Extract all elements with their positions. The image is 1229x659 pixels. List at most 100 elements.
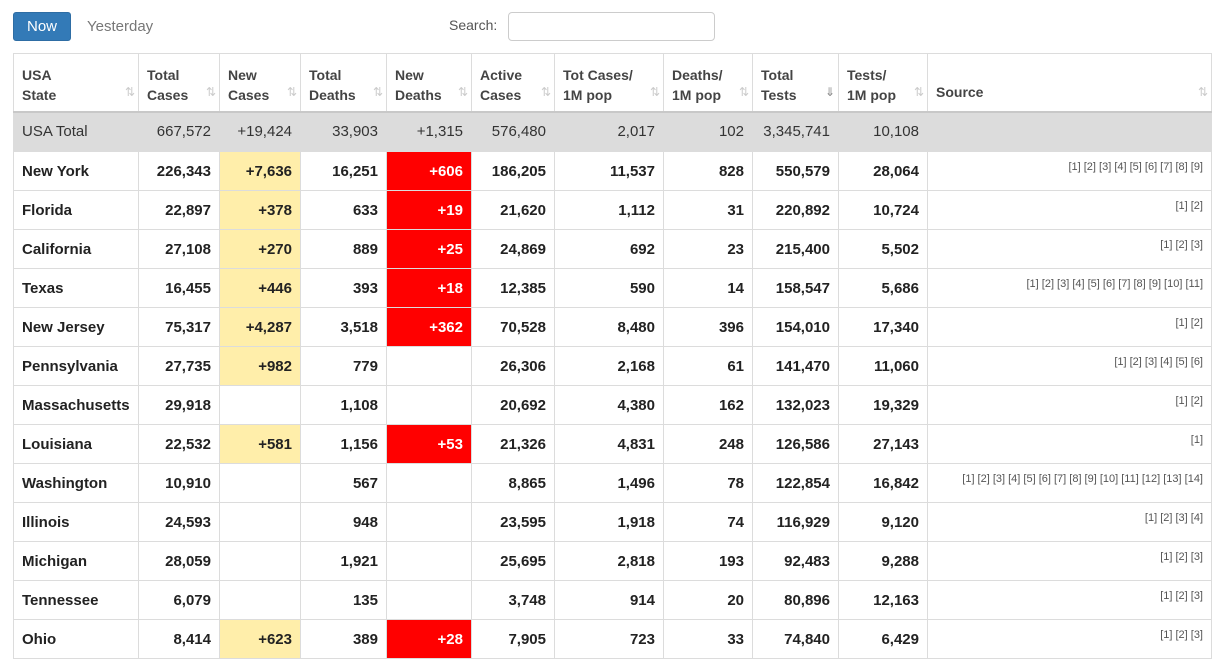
sort-icon[interactable]: ⇅: [914, 82, 924, 102]
sort-icon[interactable]: ⇅: [125, 82, 135, 102]
cell-source[interactable]: [1] [2] [3] [4] [5] [6] [7] [8] [9] [10]…: [927, 268, 1212, 308]
header-label-line1: Source: [936, 83, 984, 100]
cell-new-cases: [219, 502, 301, 542]
yesterday-button[interactable]: Yesterday: [79, 12, 161, 41]
cell-source[interactable]: [1] [2] [3]: [927, 580, 1212, 620]
cell-cases-per-m: 2,017: [554, 111, 664, 152]
sort-icon[interactable]: ⇅: [206, 82, 216, 102]
column-header-state[interactable]: USA State ⇅: [13, 53, 139, 113]
cell-source[interactable]: [1]: [927, 424, 1212, 464]
cell-active-cases: 8,865: [471, 463, 555, 503]
table-row: Texas 16,455 +446 393 +18 12,385 590 14 158,547 5…: [13, 268, 1212, 308]
cell-total-cases: 24,593: [138, 502, 220, 542]
sort-icon[interactable]: ⇅: [541, 82, 551, 102]
source-links[interactable]: [1]: [1191, 434, 1203, 446]
source-links[interactable]: [1] [2] [3] [4] [5] [6] [7] [8] [9] [10]…: [962, 473, 1203, 485]
sort-descending-icon[interactable]: ⇓: [825, 82, 835, 102]
top-controls: Now Yesterday Search:: [0, 0, 1229, 48]
header-label-line2: 1M pop: [563, 87, 612, 103]
cell-cases-per-m: 590: [554, 268, 664, 308]
cell-tests-per-m: 28,064: [838, 151, 928, 191]
cell-tests-per-m: 5,502: [838, 229, 928, 269]
header-label-line2: Deaths: [309, 87, 356, 103]
cell-total-cases: 16,455: [138, 268, 220, 308]
cell-source[interactable]: [1] [2]: [927, 307, 1212, 347]
column-header-source[interactable]: Source ⇅: [927, 53, 1212, 113]
cell-new-cases: +270: [219, 229, 301, 269]
header-label-line2: Cases: [480, 87, 522, 103]
cell-tests-per-m: 5,686: [838, 268, 928, 308]
cell-total-tests: 116,929: [752, 502, 839, 542]
cell-total-tests: 92,483: [752, 541, 839, 581]
cell-deaths-per-m: 396: [663, 307, 753, 347]
column-header-total-tests[interactable]: Total Tests ⇓: [752, 53, 839, 113]
cell-state: Pennsylvania: [13, 346, 139, 386]
cell-cases-per-m: 1,496: [554, 463, 664, 503]
source-links[interactable]: [1] [2]: [1175, 200, 1203, 212]
column-header-total-cases[interactable]: Total Cases ⇅: [138, 53, 220, 113]
cell-source[interactable]: [1] [2] [3] [4] [5] [6] [7] [8] [9] [10]…: [927, 463, 1212, 503]
usa-total-row: USA Total 667,572 +19,424 33,903 +1,315 576,4…: [13, 111, 1212, 152]
sort-icon[interactable]: ⇅: [1198, 82, 1208, 102]
sort-icon[interactable]: ⇅: [287, 82, 297, 102]
sort-icon[interactable]: ⇅: [739, 82, 749, 102]
source-links[interactable]: [1] [2]: [1175, 395, 1203, 407]
source-links[interactable]: [1] [2] [3]: [1160, 239, 1203, 251]
cell-new-cases: +446: [219, 268, 301, 308]
column-header-active-cases[interactable]: Active Cases ⇅: [471, 53, 555, 113]
cell-active-cases: 186,205: [471, 151, 555, 191]
source-links[interactable]: [1] [2] [3] [4] [5] [6] [7] [8] [9]: [1068, 161, 1203, 173]
column-header-cases-per-million[interactable]: Tot Cases/1M pop ⇅: [554, 53, 664, 113]
cell-source[interactable]: [1] [2] [3] [4] [5] [6]: [927, 346, 1212, 386]
column-header-tests-per-million[interactable]: Tests/1M pop ⇅: [838, 53, 928, 113]
cell-total-cases: 27,735: [138, 346, 220, 386]
column-header-new-cases[interactable]: New Cases ⇅: [219, 53, 301, 113]
sort-icon[interactable]: ⇅: [373, 82, 383, 102]
header-label-line1: New: [228, 67, 257, 83]
cell-total-tests: 3,345,741: [752, 111, 839, 152]
table-header-row: USA State ⇅ Total Cases ⇅ New Cases ⇅ Total Deaths…: [13, 53, 1212, 113]
cell-new-deaths: [386, 502, 472, 542]
cell-tests-per-m: 19,329: [838, 385, 928, 425]
column-header-new-deaths[interactable]: New Deaths ⇅: [386, 53, 472, 113]
cell-source[interactable]: [1] [2] [3] [4] [5] [6] [7] [8] [9]: [927, 151, 1212, 191]
source-links[interactable]: [1] [2] [3]: [1160, 590, 1203, 602]
cell-total-tests: 154,010: [752, 307, 839, 347]
source-links[interactable]: [1] [2]: [1175, 317, 1203, 329]
cell-state: New Jersey: [13, 307, 139, 347]
source-links[interactable]: [1] [2] [3] [4] [5] [6]: [1114, 356, 1203, 368]
cell-source[interactable]: [1] [2]: [927, 190, 1212, 230]
cell-new-cases: +623: [219, 619, 301, 659]
cell-source[interactable]: [1] [2] [3]: [927, 541, 1212, 581]
cell-new-cases: [219, 541, 301, 581]
cell-total-deaths: 567: [300, 463, 387, 503]
search-input[interactable]: [508, 12, 715, 41]
table-row: New Jersey 75,317 +4,287 3,518 +362 70,528 8,4…: [13, 307, 1212, 347]
sort-icon[interactable]: ⇅: [650, 82, 660, 102]
cell-active-cases: 21,326: [471, 424, 555, 464]
source-links[interactable]: [1] [2] [3] [4] [5] [6] [7] [8] [9] [10]…: [1026, 278, 1203, 290]
cell-source[interactable]: [1] [2] [3] [4]: [927, 502, 1212, 542]
cell-source[interactable]: [927, 111, 1212, 152]
cell-source[interactable]: [1] [2]: [927, 385, 1212, 425]
cell-source[interactable]: [1] [2] [3]: [927, 619, 1212, 659]
table-row: Illinois 24,593 948 23,595 1,918 74 116,929 9,1…: [13, 502, 1212, 542]
now-button[interactable]: Now: [13, 12, 71, 41]
cell-cases-per-m: 4,831: [554, 424, 664, 464]
cell-active-cases: 576,480: [471, 111, 555, 152]
cell-total-cases: 226,343: [138, 151, 220, 191]
source-links[interactable]: [1] [2] [3]: [1160, 551, 1203, 563]
cell-total-tests: 158,547: [752, 268, 839, 308]
column-header-total-deaths[interactable]: Total Deaths ⇅: [300, 53, 387, 113]
source-links[interactable]: [1] [2] [3] [4]: [1145, 512, 1203, 524]
source-links[interactable]: [1] [2] [3]: [1160, 629, 1203, 641]
sort-icon[interactable]: ⇅: [458, 82, 468, 102]
cell-active-cases: 12,385: [471, 268, 555, 308]
cell-total-deaths: 1,921: [300, 541, 387, 581]
cell-new-cases: [219, 463, 301, 503]
cell-source[interactable]: [1] [2] [3]: [927, 229, 1212, 269]
cell-new-cases: +7,636: [219, 151, 301, 191]
cell-new-deaths: +362: [386, 307, 472, 347]
column-header-deaths-per-million[interactable]: Deaths/1M pop ⇅: [663, 53, 753, 113]
cell-new-cases: [219, 580, 301, 620]
